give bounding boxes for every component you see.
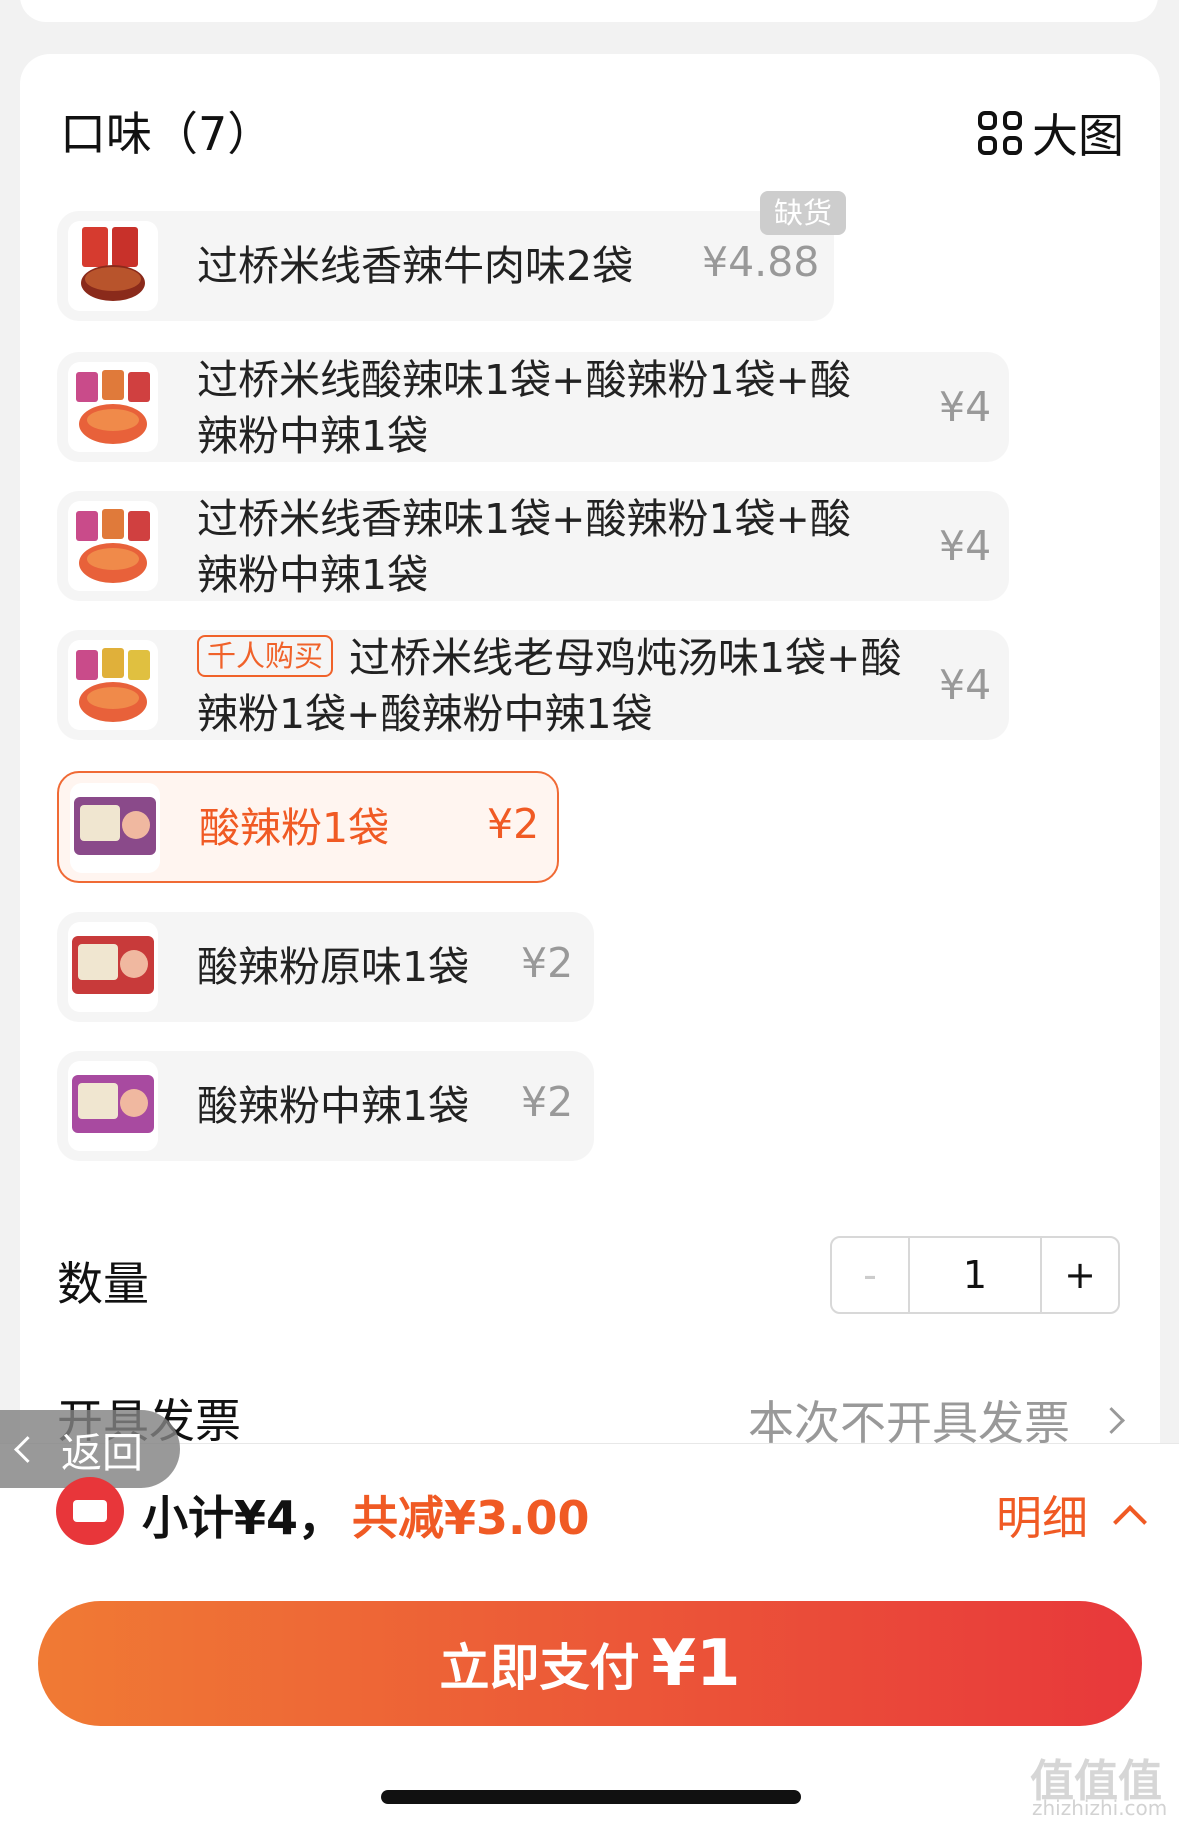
flavor-section-title: 口味（7） — [60, 107, 274, 161]
flavor-option-price: ¥2 — [521, 939, 574, 987]
flavor-option[interactable]: 过桥米线酸辣味1袋+酸辣粉1袋+酸辣粉中辣1袋 ¥4 — [57, 352, 1009, 462]
detail-toggle[interactable]: 明细 — [996, 1482, 1147, 1548]
product-thumbnail — [68, 1061, 158, 1151]
flavor-option-label: 酸辣粉原味1袋 — [197, 943, 470, 991]
previous-card-edge — [20, 0, 1158, 22]
flavor-option-price: ¥4 — [939, 661, 992, 709]
chevron-up-icon — [1113, 1505, 1147, 1539]
chevron-left-icon — [14, 1435, 41, 1463]
flavor-option-label: 酸辣粉中辣1袋 — [197, 1082, 470, 1130]
quantity-stepper: - 1 + — [830, 1236, 1120, 1314]
home-indicator — [381, 1790, 801, 1804]
flavor-option[interactable]: 酸辣粉原味1袋 ¥2 — [57, 912, 594, 1022]
pay-button-label: 立即支付 — [439, 1638, 640, 1697]
coupon-icon — [56, 1477, 124, 1545]
quantity-label: 数量 — [57, 1257, 149, 1311]
flavor-option[interactable]: 过桥米线香辣牛肉味2袋 ¥4.88 — [57, 211, 834, 321]
flavor-option-price: ¥2 — [521, 1078, 574, 1126]
out-of-stock-badge: 缺货 — [760, 191, 846, 235]
pay-now-button[interactable]: 立即支付 ¥1 — [38, 1601, 1142, 1726]
flavor-option-selected[interactable]: 酸辣粉1袋 ¥2 — [57, 771, 559, 883]
flavor-option-price: ¥2 — [487, 800, 540, 848]
product-thumbnail — [68, 362, 158, 452]
flavor-option-price: ¥4 — [939, 383, 992, 431]
pay-amount: ¥1 — [651, 1626, 741, 1701]
detail-label: 明细 — [996, 1491, 1088, 1545]
flavor-option-label: 过桥米线香辣牛肉味2袋 — [197, 242, 634, 290]
flavor-option[interactable]: 过桥米线香辣味1袋+酸辣粉1袋+酸辣粉中辣1袋 ¥4 — [57, 491, 1009, 601]
popular-tag: 千人购买 — [197, 635, 334, 677]
flavor-option-label: 过桥米线香辣味1袋+酸辣粉1袋+酸辣粉中辣1袋 — [197, 491, 887, 603]
product-thumbnail — [70, 783, 160, 873]
back-label: 返回 — [61, 1429, 143, 1477]
decrement-button[interactable]: - — [832, 1238, 910, 1312]
big-view-toggle[interactable]: 大图 — [978, 105, 1124, 163]
flavor-option-text: 过桥米线香辣味1袋+酸辣粉1袋+酸辣粉中辣1袋 — [197, 495, 851, 599]
chevron-right-icon — [1098, 1406, 1125, 1434]
quantity-value[interactable]: 1 — [910, 1238, 1042, 1312]
watermark-url: zhizhizhi.com — [1032, 1796, 1168, 1820]
product-thumbnail — [68, 640, 158, 730]
discount-text: 共减¥3.00 — [352, 1491, 590, 1545]
flavor-option-price: ¥4.88 — [702, 238, 820, 286]
flavor-option-text: 过桥米线酸辣味1袋+酸辣粉1袋+酸辣粉中辣1袋 — [197, 356, 851, 460]
flavor-option-label: 过桥米线酸辣味1袋+酸辣粉1袋+酸辣粉中辣1袋 — [197, 352, 887, 464]
grid-view-icon — [978, 111, 1022, 155]
product-thumbnail — [68, 922, 158, 1012]
big-view-label: 大图 — [1032, 109, 1124, 163]
flavor-option-label: 千人购买 过桥米线老母鸡炖汤味1袋+酸辣粉1袋+酸辣粉中辣1袋 — [197, 630, 917, 742]
product-thumbnail — [68, 501, 158, 591]
flavor-option-text: 千人购买 过桥米线老母鸡炖汤味1袋+酸辣粉1袋+酸辣粉中辣1袋 — [197, 630, 917, 742]
flavor-option-price: ¥4 — [939, 522, 992, 570]
flavor-option[interactable]: 酸辣粉中辣1袋 ¥2 — [57, 1051, 594, 1161]
increment-button[interactable]: + — [1042, 1238, 1118, 1312]
flavor-option-label: 酸辣粉1袋 — [199, 804, 390, 852]
product-thumbnail — [68, 221, 158, 311]
subtotal-text: 小计¥4， — [142, 1491, 345, 1545]
flavor-option[interactable]: 千人购买 过桥米线老母鸡炖汤味1袋+酸辣粉1袋+酸辣粉中辣1袋 ¥4 — [57, 630, 1009, 740]
